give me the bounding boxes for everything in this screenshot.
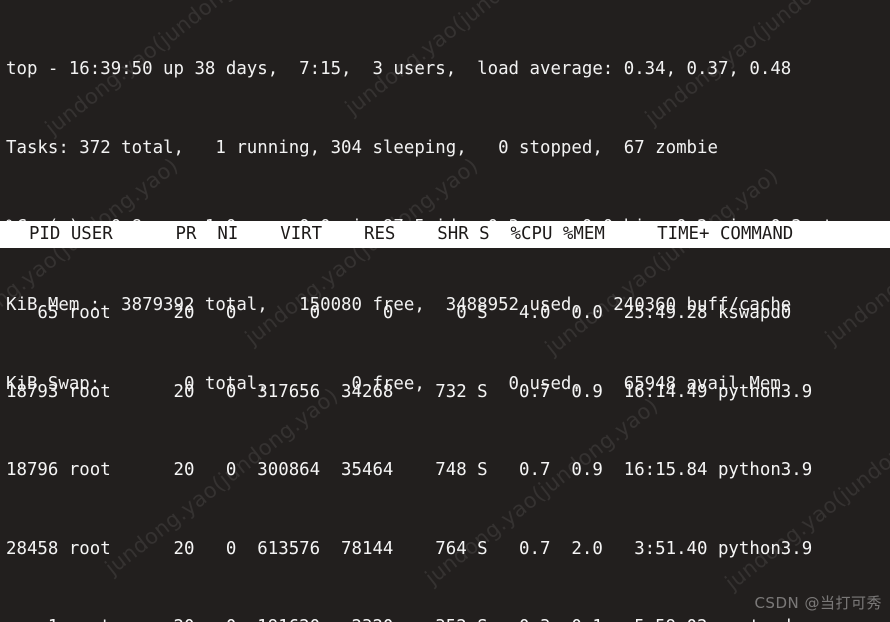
table-row[interactable]: 65 root 20 0 0 0 0 S 4.0 0.0 25:49.28 ks…	[0, 300, 890, 326]
summary-line-tasks: Tasks: 372 total, 1 running, 304 sleepin…	[6, 138, 718, 158]
table-column-header[interactable]: PID USER PR NI VIRT RES SHR S %CPU %MEM …	[0, 221, 890, 248]
terminal-window[interactable]: jundong.yao(jundong.yao) jundong.yao(jun…	[0, 0, 890, 622]
table-row[interactable]: 28458 root 20 0 613576 78144 764 S 0.7 2…	[0, 536, 890, 562]
table-row[interactable]: 18793 root 20 0 317656 34268 732 S 0.7 0…	[0, 379, 890, 405]
summary-line-uptime: top - 16:39:50 up 38 days, 7:15, 3 users…	[6, 59, 792, 80]
table-row[interactable]: 18796 root 20 0 300864 35464 748 S 0.7 0…	[0, 457, 890, 483]
table-row[interactable]: 1 root 20 0 191620 2320 352 S 0.3 0.1 5:…	[0, 614, 890, 622]
process-table: PID USER PR NI VIRT RES SHR S %CPU %MEM …	[0, 169, 890, 622]
